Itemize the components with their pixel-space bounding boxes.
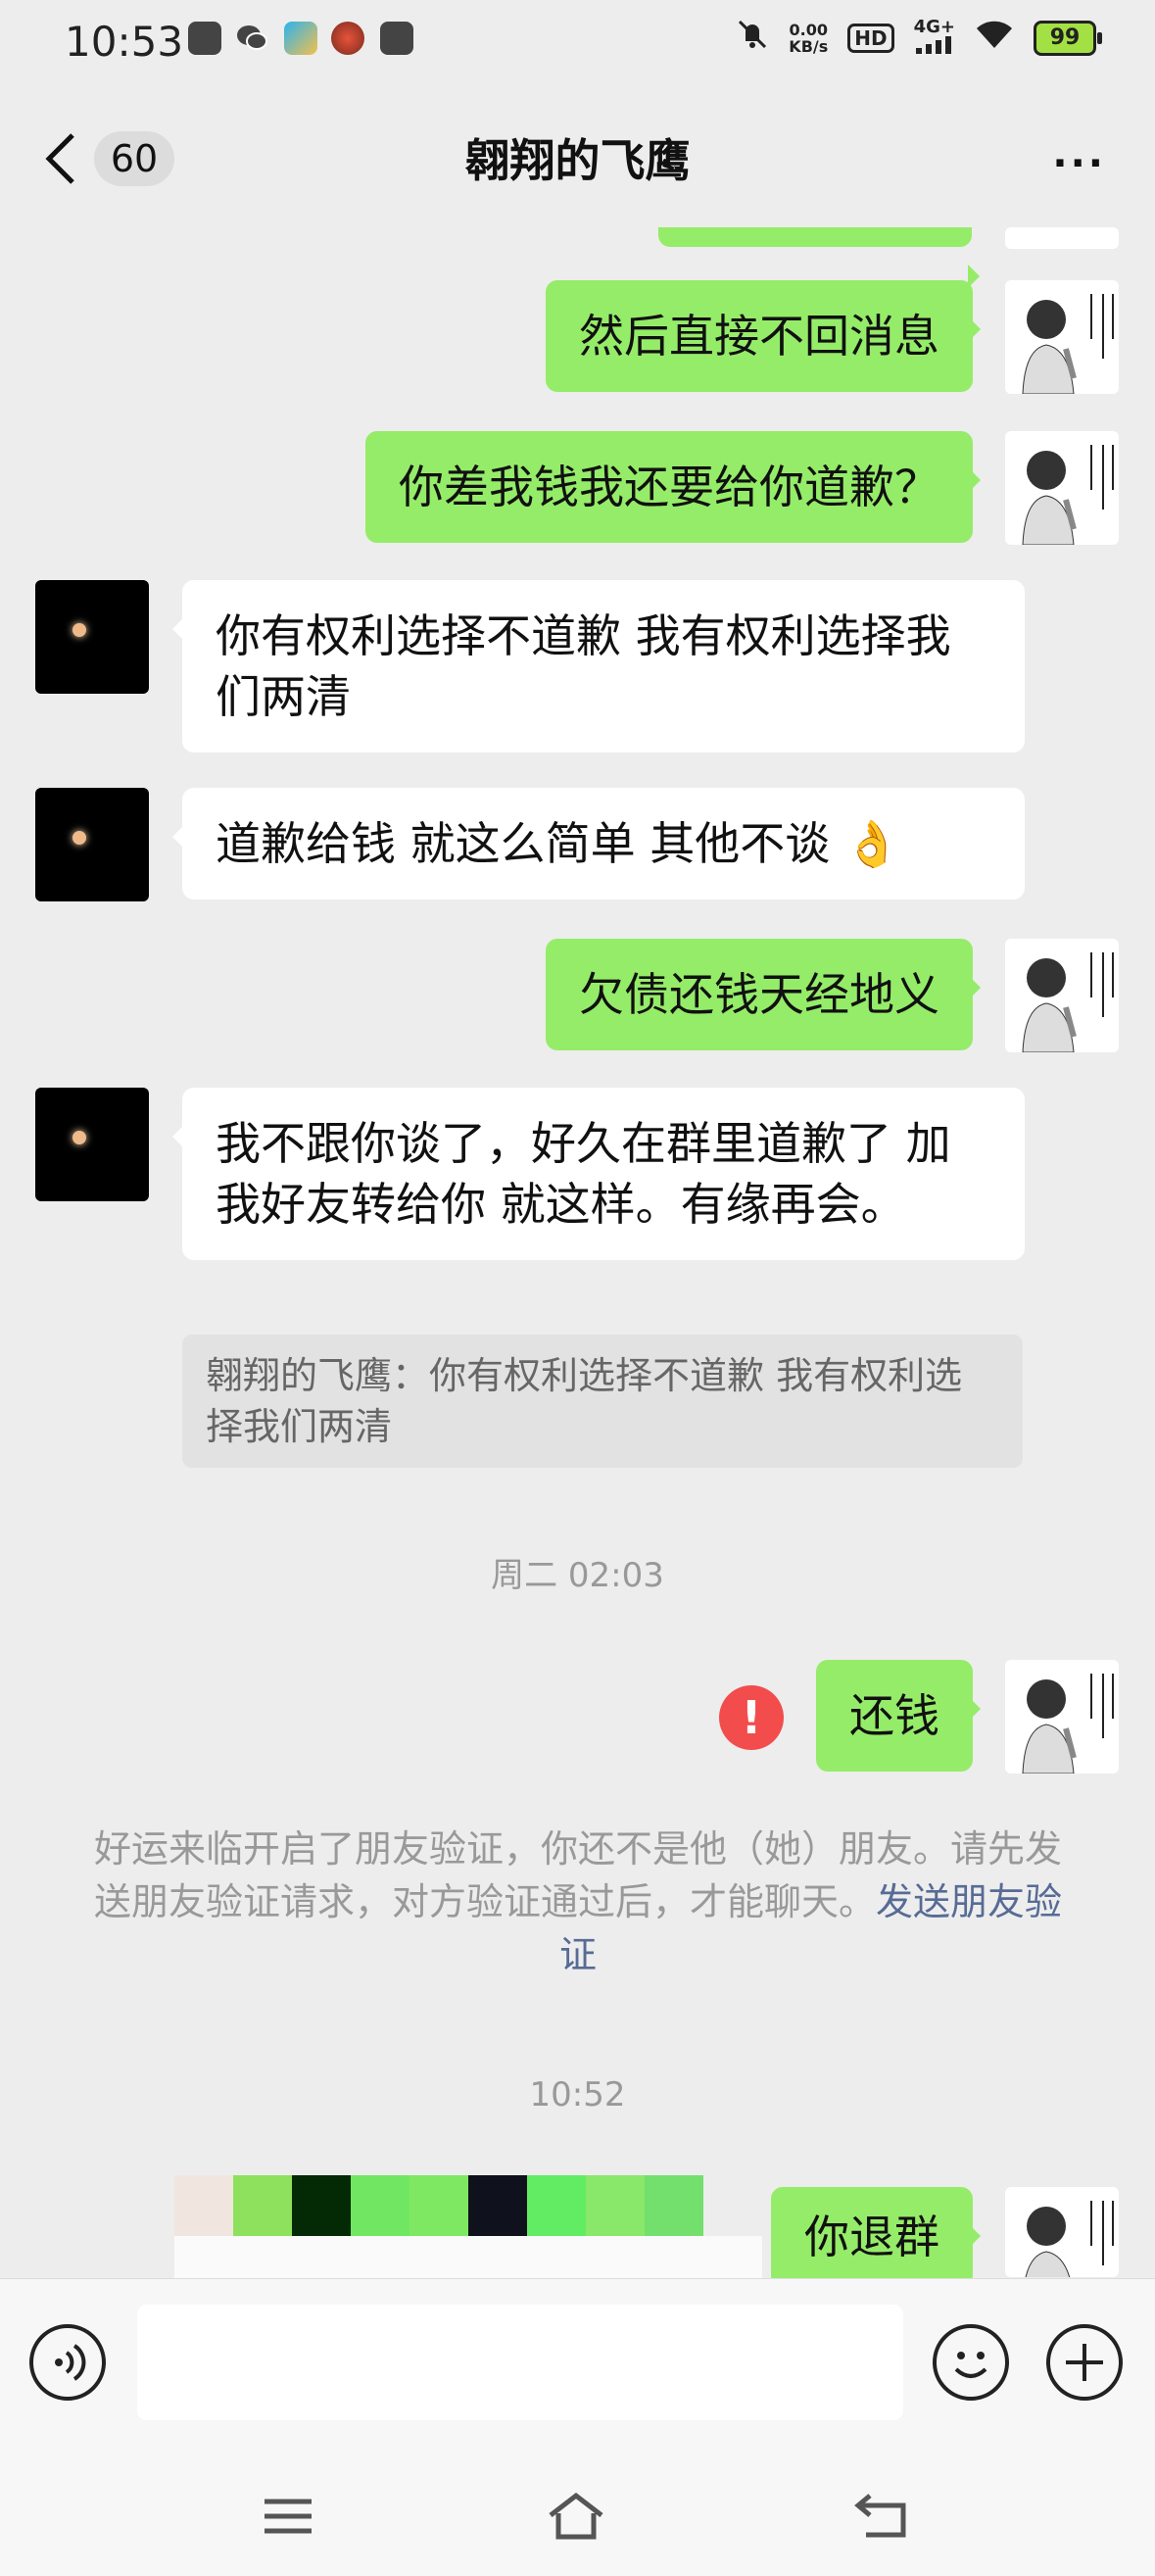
smiley-icon [954,2352,987,2378]
pixelated-overlay-strip [174,2236,762,2279]
home-nav-button[interactable] [547,2492,605,2541]
message-bubble-cropped[interactable] [658,227,980,288]
status-clock: 10:53 [65,18,184,66]
avatar[interactable] [1005,2187,1119,2277]
chat-title: 翱翔的飞鹰 [464,134,691,187]
avatar[interactable] [1005,1660,1119,1774]
message-input[interactable] [137,2305,903,2420]
back-arrow-icon [854,2494,906,2538]
avatar[interactable] [1005,227,1119,249]
emoji-button[interactable] [933,2324,1009,2401]
avatar[interactable] [35,1088,149,1201]
plus-icon [1066,2344,1103,2381]
signal-label: 4G+ [913,17,955,37]
message-bubble-sent[interactable]: 你退群 [771,2187,981,2287]
input-bar [0,2278,1155,2455]
profile-portrait-icon [1022,445,1114,545]
message-bubble-received[interactable]: 我不跟你谈了，好久在群里道歉了 加我好友转给你 就这样。有缘再会。 [172,1088,1025,1260]
more-options-button[interactable]: ··· [1052,141,1106,186]
status-bar: 10:53 0.00 KB/s HD 4G+ 99 [0,0,1155,90]
system-nav-bar [0,2454,1155,2576]
timestamp: 周二 02:03 [491,1556,664,1595]
avatar[interactable] [1005,939,1119,1052]
status-indicators: 0.00 KB/s HD 4G+ 99 [736,18,1102,59]
menu-nav-button[interactable] [259,2492,317,2541]
app-icon [331,22,364,55]
profile-portrait-icon [1022,294,1114,394]
signal-bars-icon [915,36,951,54]
pixelated-overlay [174,2175,703,2236]
message-bubble-sent[interactable]: 欠债还钱天经地义 [546,939,981,1050]
timestamp: 10:52 [529,2075,626,2114]
wallet-icon [380,22,413,55]
system-message: 好运来临开启了朋友验证，你还不是他（她）朋友。请先发送朋友验证请求，对方验证通过… [88,1823,1068,1981]
back-nav-button[interactable] [852,2492,911,2541]
chat-header: 60 翱翔的飞鹰 ··· [0,90,1155,227]
home-icon [549,2492,603,2540]
voice-icon [55,2344,86,2381]
more-actions-button[interactable] [1046,2324,1123,2401]
hd-indicator: HD [847,24,894,53]
profile-portrait-icon [1025,2201,1114,2277]
message-bubble-sent[interactable]: 还钱 [816,1660,981,1772]
battery-indicator: 99 [1034,21,1102,56]
message-bubble-sent[interactable]: 你差我钱我还要给你道歉？ [365,431,981,543]
avatar[interactable] [35,580,149,694]
avatar[interactable] [35,788,149,901]
message-bubble-received[interactable]: 道歉给钱 就这么简单 其他不谈 👌 [172,788,1025,899]
quoted-message[interactable]: 翱翔的飞鹰：你有权利选择不道歉 我有权利选择我们两清 [182,1335,1023,1468]
signal-indicator: 4G+ [914,19,955,58]
avatar[interactable] [1005,431,1119,545]
profile-portrait-icon [1022,1674,1114,1774]
send-failed-icon[interactable]: ! [719,1685,784,1750]
app-icon [284,22,317,55]
message-text: 道歉给钱 就这么简单 其他不谈 [216,817,831,870]
wifi-icon [975,19,1014,58]
mute-icon [736,18,769,59]
voice-input-button[interactable] [29,2324,106,2401]
message-bubble-sent[interactable]: 然后直接不回消息 [546,280,981,392]
mail-icon [188,22,221,55]
net-speed-unit: KB/s [789,37,829,56]
avatar[interactable] [1005,280,1119,394]
menu-icon [265,2499,312,2534]
message-bubble-received[interactable]: 你有权利选择不道歉 我有权利选择我们两清 [172,580,1025,753]
profile-portrait-icon [1022,952,1114,1052]
ok-hand-emoji: 👌 [843,817,901,870]
net-speed: 0.00 KB/s [789,22,828,55]
wechat-icon [235,22,268,55]
